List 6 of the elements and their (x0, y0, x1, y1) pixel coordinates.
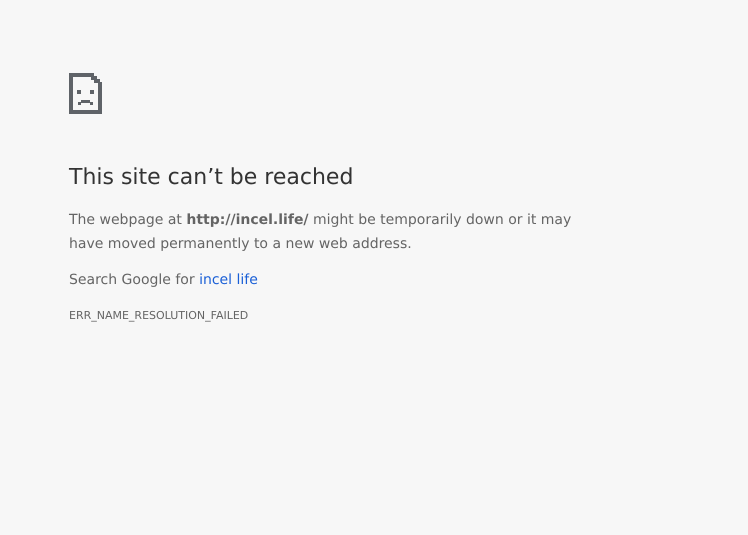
error-heading: This site can’t be reached (69, 164, 354, 192)
error-message: The webpage at http://incel.life/ might be temporarily down or it may have moved permanently to a new web address. (69, 210, 572, 254)
search-suggestion: Search Google for (69, 272, 195, 288)
search-link[interactable]: incel life (199, 272, 258, 288)
error-code: ERR_NAME_RESOLUTION_FAILED (69, 308, 250, 324)
sad-page-icon (69, 73, 102, 114)
